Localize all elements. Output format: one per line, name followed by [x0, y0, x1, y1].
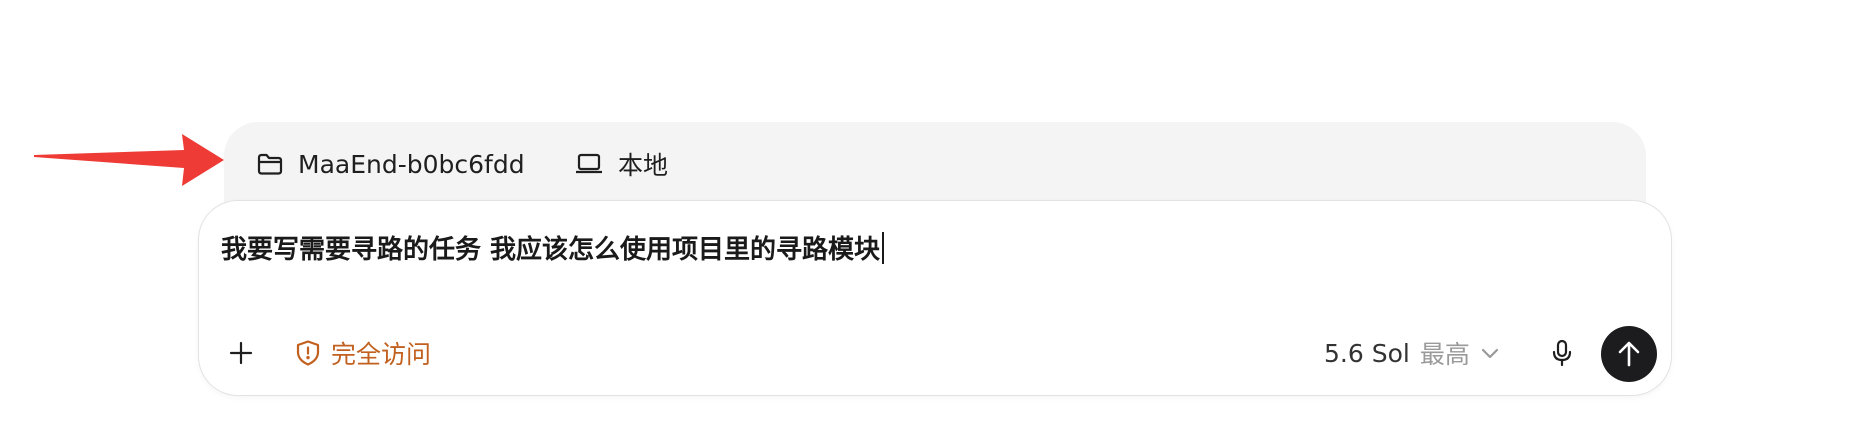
arrow-up-icon — [1618, 341, 1640, 367]
annotation-arrow-icon — [34, 134, 224, 186]
environment-label: 本地 — [618, 151, 669, 180]
voice-input-button[interactable] — [1544, 335, 1580, 371]
reasoning-level: 最高 — [1419, 340, 1470, 369]
model-name: 5.6 Sol — [1324, 338, 1410, 368]
project-folder-selector[interactable]: MaaEnd-b0bc6fdd — [256, 146, 525, 182]
send-button[interactable] — [1601, 326, 1657, 382]
project-folder-label: MaaEnd-b0bc6fdd — [298, 149, 525, 179]
app-window: MaaEnd-b0bc6fdd 本地 我要写需要寻路的任务 我应该怎么使用项目里… — [0, 0, 1854, 426]
text-caret — [882, 231, 885, 264]
prompt-input-text: 我要写需要寻路的任务 我应该怎么使用项目里的寻路模块 — [221, 235, 881, 265]
access-mode-button[interactable]: 完全访问 — [295, 335, 431, 371]
environment-selector[interactable]: 本地 — [574, 146, 668, 182]
add-attachment-button[interactable] — [223, 335, 259, 371]
laptop-icon — [576, 153, 602, 174]
shield-alert-icon — [296, 340, 320, 366]
folder-icon — [257, 153, 283, 175]
prompt-input[interactable]: 我要写需要寻路的任务 我应该怎么使用项目里的寻路模块 — [221, 229, 885, 266]
message-composer: 我要写需要寻路的任务 我应该怎么使用项目里的寻路模块 完全访问 5.6 Sol … — [198, 200, 1672, 396]
model-selector[interactable]: 5.6 Sol 最高 — [1324, 335, 1500, 371]
microphone-icon — [1552, 339, 1572, 367]
access-mode-label: 完全访问 — [331, 340, 432, 369]
chevron-down-icon — [1481, 348, 1498, 359]
plus-icon — [229, 341, 253, 365]
